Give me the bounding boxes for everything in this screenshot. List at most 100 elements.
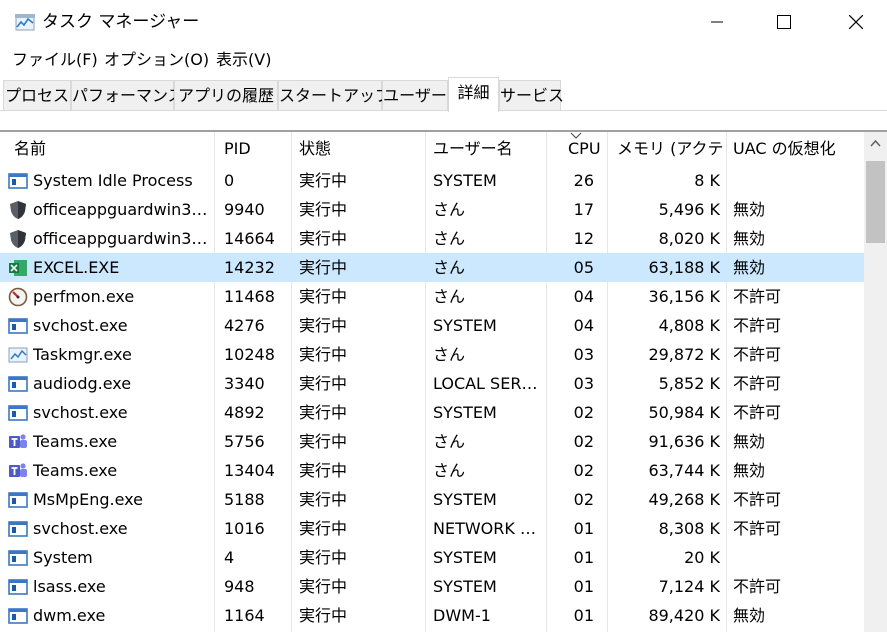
task-manager-icon xyxy=(15,14,35,31)
cell-uac: 不許可 xyxy=(733,316,782,335)
title-bar[interactable]: タスク マネージャー xyxy=(0,0,887,44)
column-header-status[interactable]: 状態 xyxy=(299,132,419,166)
minimize-button[interactable] xyxy=(687,0,747,44)
task-manager-icon xyxy=(8,347,28,363)
table-row[interactable]: Taskmgr.exe 10248 実行中 さん 03 29,872 K 不許可 xyxy=(0,340,864,369)
table-row[interactable]: EXCEL.EXE 14232 実行中 さん 05 63,188 K 無効 xyxy=(0,253,864,282)
cell-name: svchost.exe xyxy=(33,403,128,422)
excel-icon xyxy=(9,260,27,276)
system-process-icon xyxy=(8,173,28,189)
cell-memory: 8,020 K xyxy=(658,229,720,248)
cell-uac: 不許可 xyxy=(733,345,782,364)
table-row[interactable]: System Idle Process 0 実行中 SYSTEM 26 8 K xyxy=(0,166,864,195)
cell-status: 実行中 xyxy=(299,171,348,190)
cell-status: 実行中 xyxy=(299,606,348,625)
cell-pid: 4892 xyxy=(224,403,265,422)
cell-memory: 63,188 K xyxy=(648,258,720,277)
cell-cpu: 12 xyxy=(573,229,594,248)
column-header-uac[interactable]: UAC の仮想化 xyxy=(733,132,861,166)
table-row[interactable]: MsMpEng.exe 5188 実行中 SYSTEM 02 49,268 K 不許可 xyxy=(0,485,864,514)
table-row[interactable]: svchost.exe 4892 実行中 SYSTEM 02 50,984 K 不許可 xyxy=(0,398,864,427)
cell-status: 実行中 xyxy=(299,432,348,451)
cell-memory: 29,872 K xyxy=(648,345,720,364)
table-row[interactable]: svchost.exe 4276 実行中 SYSTEM 04 4,808 K 不許可 xyxy=(0,311,864,340)
cell-user: LOCAL SER… xyxy=(433,374,538,393)
table-row[interactable]: Teams.exe 5756 実行中 さん 02 91,636 K 無効 xyxy=(0,427,864,456)
scrollbar-thumb[interactable] xyxy=(866,161,885,243)
maximize-icon xyxy=(777,15,791,29)
table-row[interactable]: audiodg.exe 3340 実行中 LOCAL SER… 03 5,852 K 不許可 xyxy=(0,369,864,398)
cell-pid: 11468 xyxy=(224,287,275,306)
system-process-icon xyxy=(8,550,28,566)
cell-status: 実行中 xyxy=(299,374,348,393)
window-title: タスク マネージャー xyxy=(42,12,200,32)
cell-name: MsMpEng.exe xyxy=(33,490,143,509)
cell-name: officeappguardwin3… xyxy=(33,229,208,248)
maximize-button[interactable] xyxy=(754,0,814,44)
table-row[interactable]: svchost.exe 1016 実行中 NETWORK … 01 8,308 K 不許可 xyxy=(0,514,864,543)
table-row[interactable]: lsass.exe 948 実行中 SYSTEM 01 7,124 K 不許可 xyxy=(0,572,864,601)
table-row[interactable]: Teams.exe 13404 実行中 さん 02 63,744 K 無効 xyxy=(0,456,864,485)
table-row[interactable]: perfmon.exe 11468 実行中 さん 04 36,156 K 不許可 xyxy=(0,282,864,311)
cell-memory: 8 K xyxy=(694,171,720,190)
system-process-icon xyxy=(8,521,28,537)
system-process-icon xyxy=(8,318,28,334)
column-header-memory[interactable]: メモリ (アクテ… xyxy=(617,132,725,166)
cell-cpu: 02 xyxy=(573,403,594,422)
column-header-pid[interactable]: PID xyxy=(224,132,284,166)
cell-pid: 5188 xyxy=(224,490,265,509)
column-header-user[interactable]: ユーザー名 xyxy=(433,132,543,166)
tab-details[interactable]: 詳細 xyxy=(448,77,499,112)
cell-name: svchost.exe xyxy=(33,519,128,538)
cell-memory: 5,852 K xyxy=(658,374,720,393)
table-row[interactable]: dwm.exe 1164 実行中 DWM-1 01 89,420 K 無効 xyxy=(0,601,864,630)
menu-options[interactable]: オプション(O) xyxy=(104,49,209,71)
table-header: 名前 PID 状態 ユーザー名 CPU メモリ (アクテ… UAC の仮想化 xyxy=(0,132,864,166)
table-row[interactable]: System 4 実行中 SYSTEM 01 20 K xyxy=(0,543,864,572)
cell-pid: 3340 xyxy=(224,374,265,393)
cell-pid: 13404 xyxy=(224,461,275,480)
cell-cpu: 03 xyxy=(573,374,594,393)
cell-name: EXCEL.EXE xyxy=(33,258,120,277)
cell-status: 実行中 xyxy=(299,461,348,480)
cell-user: SYSTEM xyxy=(433,548,497,567)
cell-uac xyxy=(733,166,861,195)
cell-memory: 36,156 K xyxy=(648,287,720,306)
tab-performance[interactable]: パフォーマンス xyxy=(71,80,184,111)
tab-app-history[interactable]: アプリの履歴 xyxy=(174,80,278,111)
cell-pid: 1016 xyxy=(224,519,265,538)
cell-status: 実行中 xyxy=(299,345,348,364)
cell-name: audiodg.exe xyxy=(33,374,132,393)
cell-uac: 不許可 xyxy=(733,287,782,306)
cell-pid: 14232 xyxy=(224,258,275,277)
cell-cpu: 17 xyxy=(573,200,594,219)
menu-file[interactable]: ファイル(F) xyxy=(12,49,98,71)
vertical-scrollbar[interactable] xyxy=(864,132,887,632)
table-row[interactable]: officeappguardwin3… 9940 実行中 さん 17 5,496 K 無効 xyxy=(0,195,864,224)
tab-startup[interactable]: スタートアップ xyxy=(278,80,391,111)
tab-strip: プロセス パフォーマンス アプリの履歴 スタートアップ ユーザー 詳細 サービス xyxy=(0,76,887,112)
scroll-up-arrow-icon[interactable] xyxy=(870,140,881,147)
tab-processes[interactable]: プロセス xyxy=(3,80,71,111)
sort-descending-icon xyxy=(570,132,582,139)
cell-user: さん xyxy=(433,200,466,219)
menu-view[interactable]: 表示(V) xyxy=(216,49,271,71)
cell-status: 実行中 xyxy=(299,287,348,306)
cell-pid: 10248 xyxy=(224,345,275,364)
cell-cpu: 01 xyxy=(573,519,594,538)
system-process-icon xyxy=(8,405,28,421)
cell-cpu: 03 xyxy=(573,345,594,364)
table-row[interactable]: officeappguardwin3… 14664 実行中 さん 12 8,020 K 無効 xyxy=(0,224,864,253)
cell-status: 実行中 xyxy=(299,229,348,248)
cell-name: Taskmgr.exe xyxy=(33,345,132,364)
tab-users[interactable]: ユーザー xyxy=(382,80,448,111)
cell-name: perfmon.exe xyxy=(33,287,135,306)
tab-services[interactable]: サービス xyxy=(499,80,564,111)
cell-uac: 不許可 xyxy=(733,577,782,596)
cell-uac: 無効 xyxy=(733,258,766,277)
close-button[interactable] xyxy=(826,0,886,44)
cell-user: SYSTEM xyxy=(433,316,497,335)
column-header-name[interactable]: 名前 xyxy=(14,132,204,166)
cell-user: さん xyxy=(433,287,466,306)
cell-memory: 4,808 K xyxy=(658,316,720,335)
